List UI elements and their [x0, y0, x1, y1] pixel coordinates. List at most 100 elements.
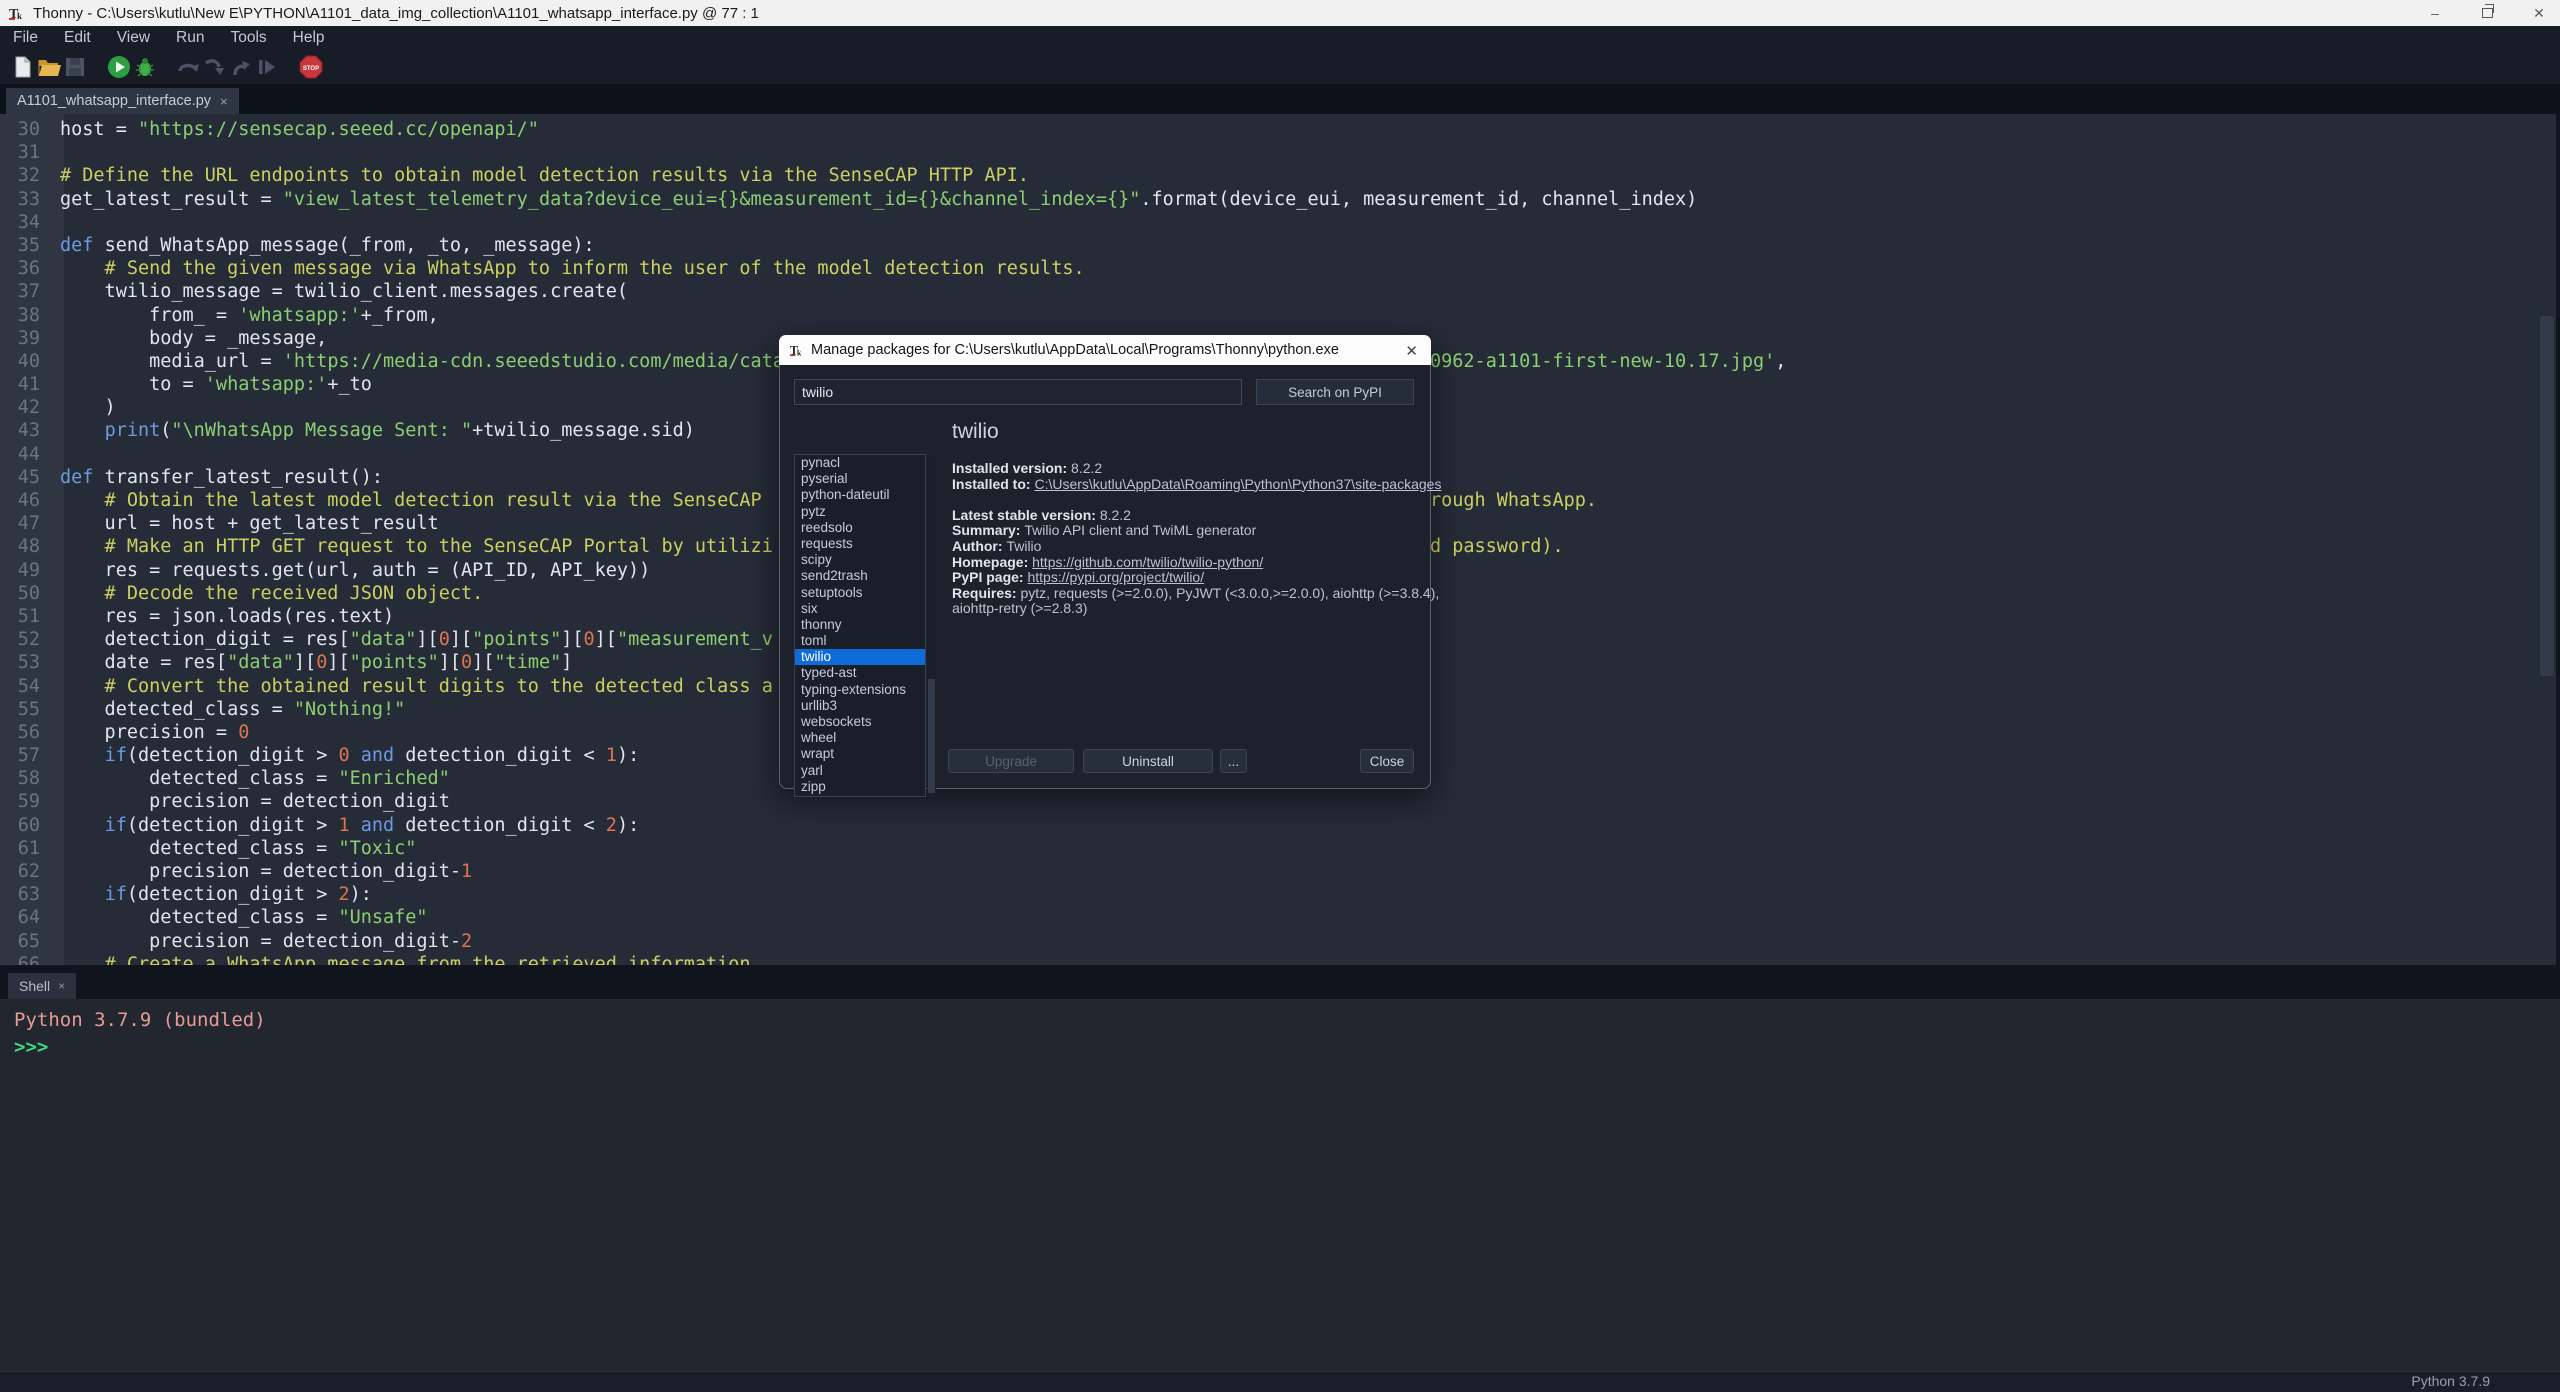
- line-number: 35: [0, 234, 52, 257]
- menu-run[interactable]: Run: [163, 29, 217, 47]
- package-item-setuptools[interactable]: setuptools: [795, 585, 925, 601]
- interpreter-status[interactable]: Python 3.7.9: [2411, 1373, 2490, 1389]
- package-item-pynacl[interactable]: pynacl: [795, 455, 925, 471]
- package-item-wrapt[interactable]: wrapt: [795, 746, 925, 762]
- menu-file[interactable]: File: [0, 29, 51, 47]
- line-number: 53: [0, 651, 52, 674]
- package-item-typed-ast[interactable]: typed-ast: [795, 665, 925, 681]
- package-item-typing-extensions[interactable]: typing-extensions: [795, 682, 925, 698]
- more-options-button[interactable]: ...: [1220, 749, 1247, 773]
- code-line[interactable]: 63 if(detection_digit > 2):: [0, 883, 2556, 906]
- code-line[interactable]: 35def send_WhatsApp_message(_from, _to, …: [0, 234, 2556, 257]
- package-item-six[interactable]: six: [795, 601, 925, 617]
- menu-bar: FileEditViewRunToolsHelp: [0, 26, 2560, 50]
- code-line[interactable]: 60 if(detection_digit > 1 and detection_…: [0, 814, 2556, 837]
- package-item-requests[interactable]: requests: [795, 536, 925, 552]
- save-file-icon[interactable]: [62, 54, 88, 80]
- package-item-urllib3[interactable]: urllib3: [795, 698, 925, 714]
- new-file-icon[interactable]: [10, 54, 36, 80]
- minimize-button[interactable]: –: [2424, 5, 2446, 21]
- menu-tools[interactable]: Tools: [217, 29, 279, 47]
- close-button[interactable]: ✕: [2528, 5, 2550, 22]
- package-item-pyserial[interactable]: pyserial: [795, 471, 925, 487]
- code-line[interactable]: 34: [0, 211, 2556, 234]
- stop-icon[interactable]: STOP: [298, 54, 324, 80]
- detail-row: Installed to: C:\Users\kutlu\AppData\Roa…: [952, 477, 1420, 493]
- code-line[interactable]: 66 # Create a WhatsApp message from the …: [0, 953, 2556, 965]
- package-item-pytz[interactable]: pytz: [795, 504, 925, 520]
- detail-row: PyPI page: https://pypi.org/project/twil…: [952, 570, 1420, 586]
- menu-help[interactable]: Help: [280, 29, 338, 47]
- code-line[interactable]: 59 precision = detection_digit: [0, 790, 2556, 813]
- package-item-wheel[interactable]: wheel: [795, 730, 925, 746]
- tab-close-icon[interactable]: ×: [220, 94, 228, 109]
- code-text: # Convert the obtained result digits to …: [52, 675, 773, 698]
- package-list-scroll-thumb[interactable]: [928, 679, 935, 793]
- code-text: res = requests.get(url, auth = (API_ID, …: [52, 559, 650, 582]
- search-on-pypi-button[interactable]: Search on PyPI: [1256, 379, 1414, 405]
- code-line[interactable]: 62 precision = detection_digit-1: [0, 860, 2556, 883]
- resume-icon[interactable]: [254, 54, 280, 80]
- package-search-input[interactable]: [794, 379, 1242, 405]
- code-text: if(detection_digit > 2):: [52, 883, 372, 906]
- code-text: precision = detection_digit-1: [52, 860, 472, 883]
- open-file-icon[interactable]: [36, 54, 62, 80]
- line-number: 32: [0, 164, 52, 187]
- detail-link[interactable]: C:\Users\kutlu\AppData\Roaming\Python\Py…: [1034, 476, 1441, 492]
- tab-shell[interactable]: Shell ×: [8, 973, 76, 999]
- package-item-zipp[interactable]: zipp: [795, 779, 925, 795]
- package-item-websockets[interactable]: websockets: [795, 714, 925, 730]
- dialog-close-icon[interactable]: ✕: [1405, 342, 1418, 360]
- code-text: twilio_message = twilio_client.messages.…: [52, 280, 628, 303]
- shell-pane[interactable]: Python 3.7.9 (bundled) >>>: [0, 999, 2560, 1371]
- close-dialog-button[interactable]: Close: [1360, 749, 1414, 773]
- code-line[interactable]: 38 from_ = 'whatsapp:'+_from,: [0, 304, 2556, 327]
- code-text: to = 'whatsapp:'+_to: [52, 373, 372, 396]
- run-script-icon[interactable]: [106, 54, 132, 80]
- detail-link[interactable]: https://pypi.org/project/twilio/: [1027, 569, 1204, 585]
- package-list-scrollbar[interactable]: [927, 455, 936, 796]
- editor-vertical-scrollbar[interactable]: [2540, 316, 2554, 676]
- code-line[interactable]: 32# Define the URL endpoints to obtain m…: [0, 164, 2556, 187]
- package-item-send2trash[interactable]: send2trash: [795, 568, 925, 584]
- detail-row: Author: Twilio: [952, 539, 1420, 555]
- line-number: 41: [0, 373, 52, 396]
- detail-link[interactable]: https://github.com/twilio/twilio-python/: [1032, 554, 1263, 570]
- line-number: 58: [0, 767, 52, 790]
- tab-label: A1101_whatsapp_interface.py: [17, 93, 211, 109]
- restore-button[interactable]: [2476, 5, 2498, 21]
- line-number: 56: [0, 721, 52, 744]
- menu-edit[interactable]: Edit: [51, 29, 104, 47]
- menu-view[interactable]: View: [104, 29, 163, 47]
- code-line[interactable]: 37 twilio_message = twilio_client.messag…: [0, 280, 2556, 303]
- detail-value: aiohttp-retry (>=2.8.3): [952, 600, 1087, 616]
- package-item-reedsolo[interactable]: reedsolo: [795, 520, 925, 536]
- code-text: # Send the given message via WhatsApp to…: [52, 257, 1085, 280]
- step-into-icon[interactable]: [202, 54, 228, 80]
- line-number: 51: [0, 605, 52, 628]
- package-item-toml[interactable]: toml: [795, 633, 925, 649]
- line-number: 52: [0, 628, 52, 651]
- step-over-icon[interactable]: [176, 54, 202, 80]
- package-list[interactable]: pynaclpyserialpython-dateutilpytzreedsol…: [794, 454, 926, 797]
- code-line[interactable]: 30host = "https://sensecap.seeed.cc/open…: [0, 118, 2556, 141]
- shell-tab-close-icon[interactable]: ×: [58, 979, 65, 993]
- package-item-thonny[interactable]: thonny: [795, 617, 925, 633]
- package-item-scipy[interactable]: scipy: [795, 552, 925, 568]
- tab-a1101-whatsapp-interface[interactable]: A1101_whatsapp_interface.py ×: [6, 88, 239, 114]
- code-line[interactable]: 36 # Send the given message via WhatsApp…: [0, 257, 2556, 280]
- package-item-yarl[interactable]: yarl: [795, 763, 925, 779]
- package-item-python-dateutil[interactable]: python-dateutil: [795, 487, 925, 503]
- uninstall-button[interactable]: Uninstall: [1083, 749, 1213, 773]
- line-number: 63: [0, 883, 52, 906]
- code-line[interactable]: 65 precision = detection_digit-2: [0, 930, 2556, 953]
- code-line[interactable]: 31: [0, 141, 2556, 164]
- code-line[interactable]: 33get_latest_result = "view_latest_telem…: [0, 188, 2556, 211]
- upgrade-button[interactable]: Upgrade: [948, 749, 1074, 773]
- detail-value: pytz, requests (>=2.0.0), PyJWT (<3.0.0,…: [1020, 585, 1439, 601]
- package-item-twilio[interactable]: twilio: [795, 649, 925, 665]
- code-line[interactable]: 64 detected_class = "Unsafe": [0, 906, 2556, 929]
- debug-script-icon[interactable]: [132, 54, 158, 80]
- code-line[interactable]: 61 detected_class = "Toxic": [0, 837, 2556, 860]
- step-out-icon[interactable]: [228, 54, 254, 80]
